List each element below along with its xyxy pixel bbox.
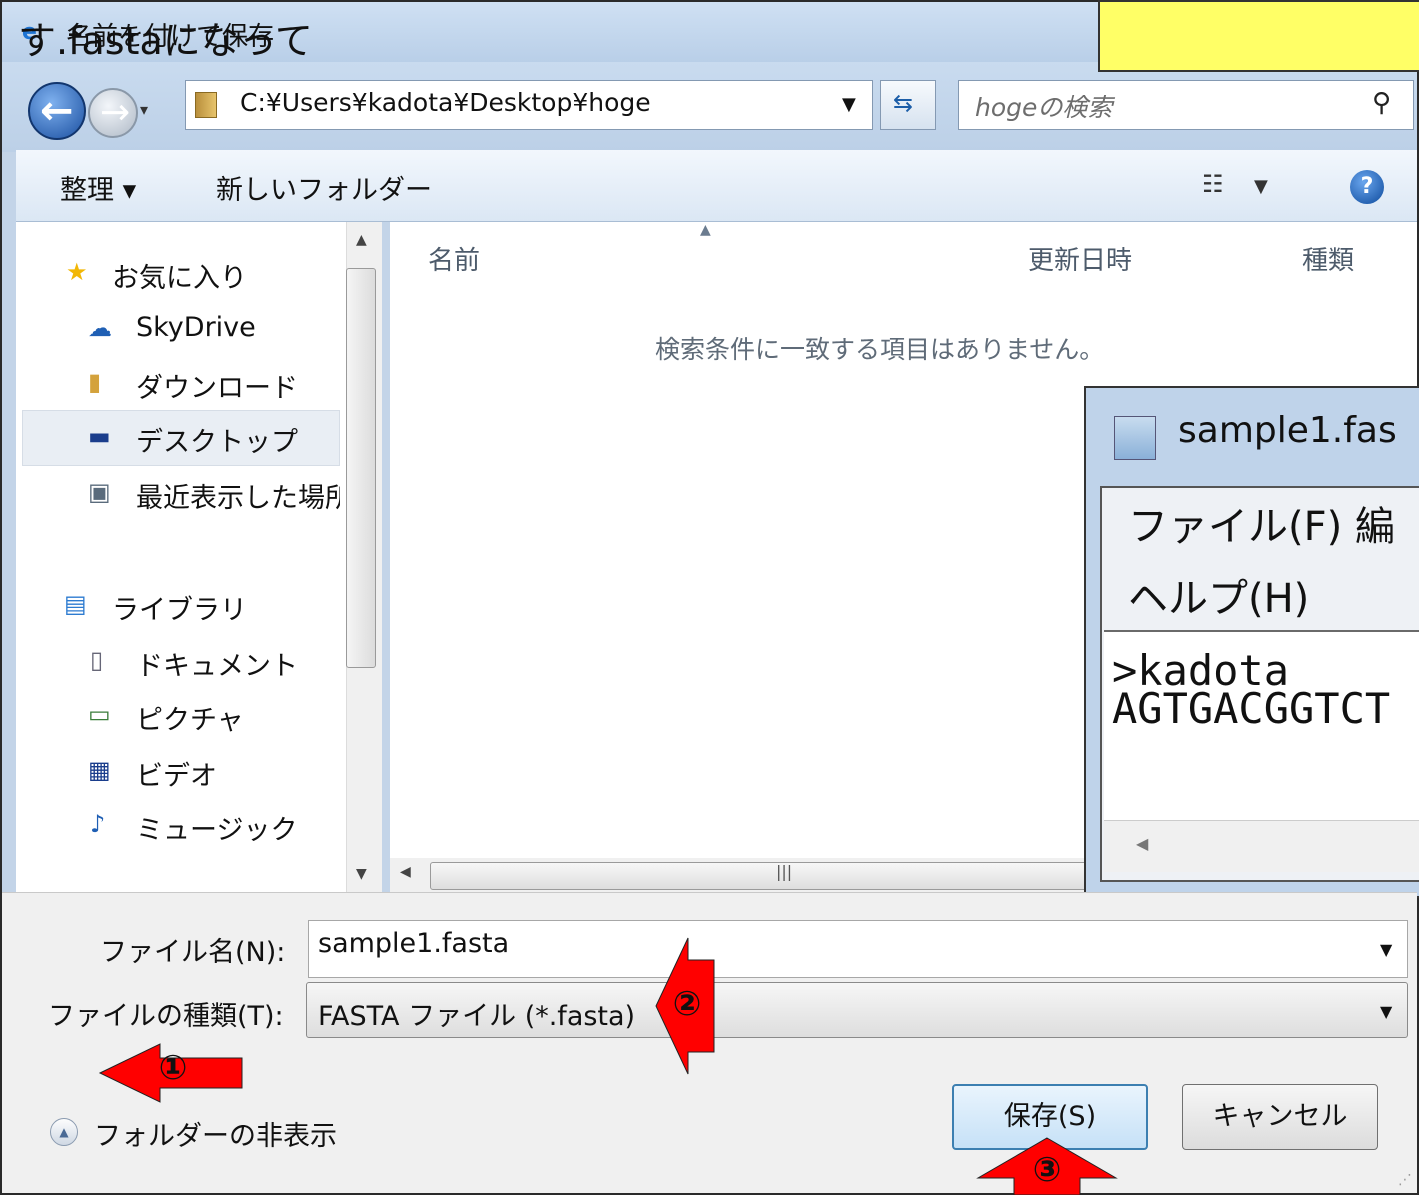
scroll-left-icon[interactable]: ◀ bbox=[400, 864, 411, 880]
nav-item-skydrive[interactable]: SkyDrive bbox=[136, 312, 256, 343]
annotation-number-1: ① bbox=[158, 1048, 188, 1088]
notepad-title: sample1.fas bbox=[1178, 410, 1397, 451]
notepad-hscrollbar[interactable] bbox=[1104, 820, 1419, 872]
annotation-callout-text: す.fastaになって bbox=[18, 19, 313, 63]
refresh-icon: ⇆ bbox=[893, 89, 914, 117]
column-header-date[interactable]: 更新日時 bbox=[1028, 240, 1132, 277]
annotation-number-2: ② bbox=[672, 984, 702, 1024]
back-icon: ← bbox=[40, 88, 74, 134]
star-icon: ★ bbox=[66, 258, 88, 286]
scroll-left-icon[interactable]: ◀ bbox=[1136, 834, 1148, 853]
nav-item-pictures[interactable]: ピクチャ bbox=[136, 698, 244, 737]
search-icon[interactable]: ⚲ bbox=[1372, 88, 1391, 118]
nav-item-downloads[interactable]: ダウンロード bbox=[136, 366, 298, 405]
nav-scrollbar-thumb[interactable] bbox=[346, 268, 376, 668]
nav-item-videos[interactable]: ビデオ bbox=[136, 754, 217, 793]
filename-value[interactable]: sample1.fasta bbox=[318, 928, 509, 959]
file-list-hscrollbar-thumb[interactable] bbox=[430, 862, 1090, 890]
notepad-menu-file[interactable]: ファイル(F) 編 bbox=[1128, 494, 1395, 552]
search-placeholder[interactable]: hogeの検索 bbox=[975, 88, 1112, 124]
recent-places-icon: ▣ bbox=[88, 478, 111, 506]
organize-button[interactable]: 整理 ▾ bbox=[60, 168, 136, 207]
download-folder-icon: ▮ bbox=[88, 368, 102, 396]
new-folder-button[interactable]: 新しいフォルダー bbox=[216, 168, 432, 207]
column-header-name[interactable]: 名前 bbox=[428, 240, 480, 277]
scroll-down-icon[interactable]: ▼ bbox=[356, 866, 367, 882]
filetype-label: ファイルの種類(T): bbox=[48, 1001, 284, 1032]
videos-icon: ▦ bbox=[88, 756, 111, 784]
filetype-value[interactable]: FASTA ファイル (*.fasta) bbox=[318, 994, 635, 1033]
back-button[interactable]: ← bbox=[28, 82, 86, 140]
annotation-callout bbox=[1098, 0, 1419, 72]
forward-button[interactable]: → bbox=[88, 88, 138, 138]
nav-favorites[interactable]: お気に入り bbox=[112, 256, 247, 295]
address-dropdown-icon[interactable]: ▼ bbox=[842, 94, 856, 115]
notepad-icon bbox=[1114, 416, 1156, 460]
music-icon: ♪ bbox=[90, 810, 106, 838]
nav-item-documents[interactable]: ドキュメント bbox=[136, 644, 298, 683]
view-icon[interactable]: ☷ bbox=[1202, 170, 1224, 198]
view-dropdown-icon[interactable]: ▼ bbox=[1254, 176, 1268, 197]
scrollbar-grip-icon: ||| bbox=[776, 862, 793, 881]
sort-ascending-icon: ▲ bbox=[700, 222, 711, 238]
help-icon[interactable]: ? bbox=[1350, 170, 1384, 204]
refresh-button[interactable]: ⇆ bbox=[880, 80, 936, 130]
pictures-icon: ▭ bbox=[88, 700, 111, 728]
nav-item-music[interactable]: ミュージック bbox=[136, 808, 297, 847]
cancel-button[interactable]: キャンセル bbox=[1182, 1084, 1378, 1150]
hide-folders-icon[interactable]: ▲ bbox=[50, 1118, 78, 1146]
scroll-up-icon[interactable]: ▲ bbox=[356, 232, 367, 248]
forward-icon: → bbox=[100, 92, 131, 133]
nav-item-recent[interactable]: 最近表示した場所 bbox=[136, 476, 340, 515]
cloud-icon: ☁ bbox=[88, 314, 112, 342]
resize-grip-icon[interactable]: ⋰ bbox=[1398, 1172, 1412, 1188]
filename-label: ファイル名(N): bbox=[100, 937, 286, 968]
hide-folders-button[interactable]: フォルダーの非表示 bbox=[94, 1114, 337, 1153]
history-dropdown-icon[interactable]: ▾ bbox=[140, 100, 158, 119]
nav-libraries[interactable]: ライブラリ bbox=[112, 588, 247, 627]
documents-icon: ▯ bbox=[90, 646, 104, 674]
filename-dropdown-icon[interactable]: ▼ bbox=[1380, 940, 1392, 959]
folder-icon bbox=[195, 92, 217, 118]
filetype-dropdown-icon[interactable]: ▼ bbox=[1380, 1002, 1392, 1021]
empty-list-message: 検索条件に一致する項目はありません。 bbox=[655, 335, 1105, 364]
column-header-type[interactable]: 種類 bbox=[1302, 240, 1354, 277]
notepad-text-line: AGTGACGGTCT bbox=[1112, 684, 1391, 733]
annotation-number-3: ③ bbox=[1032, 1150, 1062, 1190]
address-path[interactable]: C:¥Users¥kadota¥Desktop¥hoge bbox=[240, 88, 651, 117]
notepad-menu-help[interactable]: ヘルプ(H) bbox=[1128, 566, 1309, 624]
nav-item-desktop[interactable]: デスクトップ bbox=[136, 420, 298, 459]
library-icon: ▤ bbox=[64, 590, 87, 618]
desktop-icon: ▬ bbox=[88, 422, 111, 450]
